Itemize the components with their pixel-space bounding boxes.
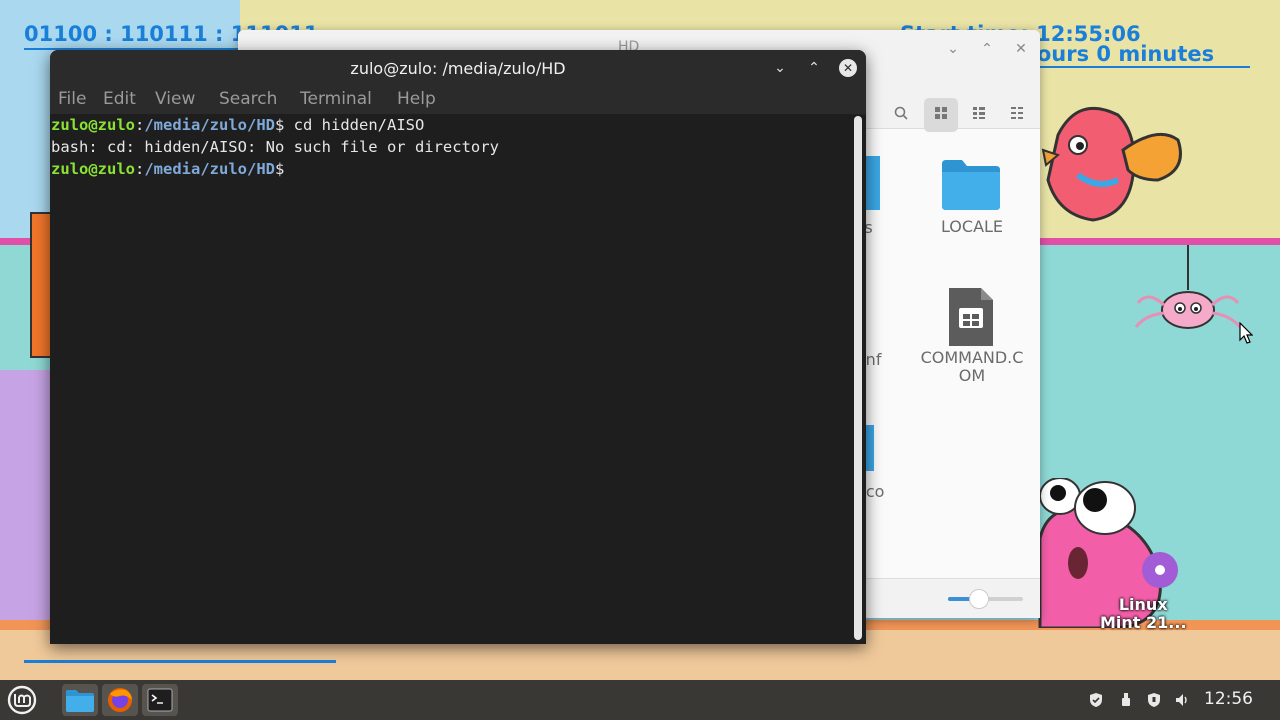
menu-terminal[interactable]: Terminal <box>300 89 372 109</box>
firefox-launcher-button[interactable] <box>102 684 138 716</box>
minimize-button[interactable]: ⌄ <box>944 40 962 58</box>
files-icon <box>66 690 94 712</box>
terminal-icon <box>147 688 173 712</box>
prompt-separator: : <box>135 116 145 134</box>
firefox-icon <box>108 688 132 712</box>
prompt-separator: : <box>135 160 145 178</box>
compact-view-button[interactable] <box>1000 98 1034 132</box>
mouse-pointer-icon <box>1239 322 1253 344</box>
menu-search[interactable]: Search <box>219 89 277 109</box>
terminal-window[interactable]: zulo@zulo: /media/zulo/HD ⌄ ⌃ ✕ File Edi… <box>50 50 866 644</box>
wallpaper-orange-panel <box>30 212 52 358</box>
prompt-dollar: $ <box>275 160 285 178</box>
bird-illustration <box>1041 106 1182 222</box>
update-shield-icon[interactable] <box>1145 692 1163 712</box>
menu-file[interactable]: File <box>58 89 86 109</box>
conky-divider <box>24 660 336 663</box>
folder-label-locale[interactable]: LOCALE <box>918 217 1026 236</box>
terminal-title: zulo@zulo: /media/zulo/HD <box>350 59 566 78</box>
command-text: cd hidden/AISO <box>284 116 425 134</box>
zoom-slider[interactable] <box>948 589 1023 609</box>
menu-view[interactable]: View <box>155 89 195 109</box>
shield-icon[interactable] <box>1087 692 1105 712</box>
mint-version-label: Linux Mint 21... <box>1100 595 1187 632</box>
terminal-menubar: File Edit View Search Terminal Help <box>50 86 866 115</box>
terminal-output[interactable]: zulo@zulo:/media/zulo/HD$ cd hidden/AISO… <box>50 114 852 644</box>
taskbar-clock[interactable]: 12:56 <box>1204 689 1253 709</box>
file-label-command-com[interactable]: COMMAND.COM <box>918 349 1026 385</box>
volume-icon[interactable] <box>1173 692 1191 712</box>
terminal-launcher-button[interactable] <box>142 684 178 716</box>
close-button[interactable]: ✕ <box>839 59 857 77</box>
menu-help[interactable]: Help <box>397 89 436 109</box>
terminal-line: bash: cd: hidden/AISO: No such file or d… <box>51 138 499 156</box>
spider-illustration <box>1134 245 1242 329</box>
image-file-icon[interactable] <box>866 425 874 471</box>
usb-icon[interactable] <box>1117 692 1135 712</box>
menu-edit[interactable]: Edit <box>103 89 136 109</box>
list-view-button[interactable] <box>962 98 996 132</box>
terminal-line: zulo@zulo:/media/zulo/HD$ cd hidden/AISO <box>51 114 424 136</box>
terminal-line[interactable]: zulo@zulo:/media/zulo/HD$ <box>51 158 284 180</box>
close-button[interactable]: ✕ <box>1012 40 1030 58</box>
folder-icon[interactable] <box>942 158 1000 210</box>
zoom-slider-knob[interactable] <box>969 589 989 609</box>
prompt-path: /media/zulo/HD <box>144 160 275 178</box>
prompt-user: zulo@zulo <box>51 160 135 178</box>
executable-file-icon[interactable] <box>949 288 993 346</box>
search-icon[interactable] <box>884 98 918 132</box>
icon-view-button[interactable] <box>924 98 958 132</box>
mint-menu-icon <box>7 685 37 715</box>
prompt-user: zulo@zulo <box>51 116 135 134</box>
mint-menu-button[interactable] <box>4 684 40 716</box>
terminal-scrollbar[interactable] <box>854 116 862 640</box>
prompt-dollar: $ <box>275 116 285 134</box>
taskbar: 12:56 <box>0 680 1280 720</box>
files-launcher-button[interactable] <box>62 684 98 716</box>
prompt-path: /media/zulo/HD <box>144 116 275 134</box>
maximize-button[interactable]: ⌃ <box>978 40 996 58</box>
minimize-button[interactable]: ⌄ <box>771 59 789 77</box>
terminal-titlebar[interactable]: zulo@zulo: /media/zulo/HD ⌄ ⌃ ✕ <box>50 50 866 86</box>
maximize-button[interactable]: ⌃ <box>805 59 823 77</box>
